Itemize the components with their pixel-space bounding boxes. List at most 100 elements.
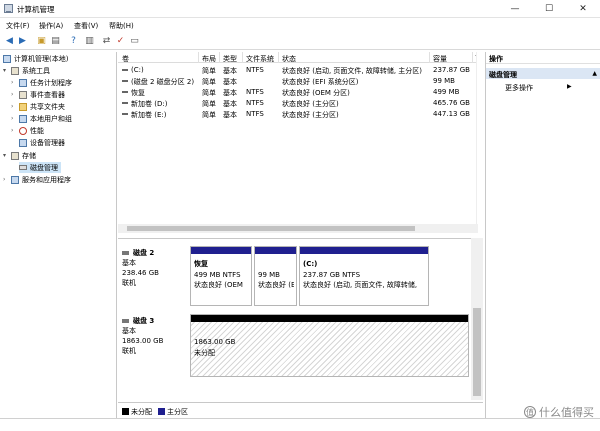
disk-area-vertical-scrollbar[interactable]: [471, 238, 483, 400]
table-row[interactable]: 新加卷 (D:)简单基本NTFS状态良好 (主分区)465.76 GB2: [118, 98, 483, 108]
partition-status: 未分配: [194, 348, 215, 357]
column-layout[interactable]: 布局: [202, 54, 216, 64]
disk-size: 1863.00 GB: [122, 337, 164, 345]
table-row[interactable]: (磁盘 2 磁盘分区 2)简单基本状态良好 (EFI 系统分区)99 MB9: [118, 76, 483, 86]
partition-size: 499 MB NTFS: [194, 270, 241, 279]
properties-icon[interactable]: ▤: [50, 36, 61, 47]
actions-pane: 操作 磁盘管理 ▲ 更多操作 ▶: [485, 52, 600, 418]
connect-icon[interactable]: ⇄: [101, 36, 112, 47]
scrollbar-thumb[interactable]: [473, 308, 481, 396]
primary-partition-bar: [255, 247, 296, 254]
column-divider[interactable]: [278, 52, 279, 63]
tree-label: 性能: [30, 126, 44, 135]
table-row[interactable]: 新加卷 (E:)简单基本NTFS状态良好 (主分区)447.13 GB0: [118, 109, 483, 119]
users-icon: [19, 114, 27, 123]
watermark-logo-icon: 值: [524, 406, 536, 418]
folder-icon: [19, 102, 27, 111]
device-manager-icon: [19, 138, 27, 147]
back-icon[interactable]: ◀: [4, 36, 15, 47]
tree-item-services[interactable]: › 服务和应用程序: [3, 174, 71, 185]
tree-item-event-viewer[interactable]: › 事件查看器: [11, 89, 65, 100]
table-cell: NTFS: [246, 110, 264, 118]
tree-item-system-tools[interactable]: ▾ 系统工具: [3, 65, 50, 76]
disk-2-label[interactable]: 磁盘 2 基本 238.46 GB 联机: [122, 248, 186, 288]
partition-status: 状态良好 (E: [258, 281, 294, 289]
volume-table-vertical-scrollbar[interactable]: [476, 52, 483, 233]
column-divider[interactable]: [242, 52, 243, 63]
tree-label: 服务和应用程序: [22, 175, 71, 184]
disk-size: 238.46 GB: [122, 269, 159, 277]
show-hide-tree-icon[interactable]: ▥: [84, 36, 95, 47]
maximize-button[interactable]: ☐: [532, 0, 566, 18]
legend: 未分配 主分区: [118, 402, 483, 418]
tree-item-disk-management[interactable]: 磁盘管理: [19, 162, 61, 173]
table-row[interactable]: 恢复简单基本NTFS状态良好 (OEM 分区)499 MB5: [118, 87, 483, 97]
event-icon: [19, 90, 27, 99]
minimize-button[interactable]: —: [498, 0, 532, 18]
partition-efi[interactable]: 99 MB 状态良好 (E: [254, 246, 297, 306]
table-cell: 简单: [202, 78, 216, 86]
table-cell: NTFS: [246, 88, 264, 96]
check-icon[interactable]: ✓: [115, 36, 126, 47]
partition-size: 237.87 GB NTFS: [303, 270, 361, 279]
expand-arrow-icon[interactable]: ›: [11, 103, 17, 110]
column-volume[interactable]: 卷: [122, 54, 129, 64]
tree-item-task-scheduler[interactable]: › 任务计划程序: [11, 77, 72, 88]
disk-type: 基本: [122, 327, 136, 335]
scrollbar-thumb[interactable]: [127, 226, 415, 231]
menu-view[interactable]: 查看(V): [74, 21, 98, 31]
disk-3-label[interactable]: 磁盘 3 基本 1863.00 GB 联机: [122, 316, 186, 356]
more-actions-link[interactable]: 更多操作 ▶: [505, 83, 572, 93]
column-divider[interactable]: [429, 52, 430, 63]
expand-arrow-icon[interactable]: ›: [11, 115, 17, 122]
tree-item-performance[interactable]: › 性能: [11, 125, 44, 136]
close-button[interactable]: ✕: [566, 0, 600, 18]
partition-recovery[interactable]: 恢复 499 MB NTFS 状态良好 (OEM: [190, 246, 252, 306]
collapse-arrow-icon[interactable]: ▾: [3, 67, 9, 74]
disk-status: 联机: [122, 279, 136, 287]
tree-item-shared-folders[interactable]: › 共享文件夹: [11, 101, 65, 112]
table-row[interactable]: (C:) 简单 基本 NTFS 状态良好 (启动, 页面文件, 故障转储, 主分区) 23…: [118, 65, 483, 75]
up-folder-icon[interactable]: ▣: [36, 36, 47, 47]
partition-status: 状态良好 (OEM: [194, 281, 243, 289]
collapse-up-icon[interactable]: ▲: [592, 70, 597, 77]
expand-arrow-icon[interactable]: ›: [11, 79, 17, 86]
tree-item-storage[interactable]: ▾ 存储: [3, 150, 36, 161]
export-icon[interactable]: ▭: [129, 36, 140, 47]
column-type[interactable]: 类型: [223, 54, 237, 64]
tree-item-local-users[interactable]: › 本地用户和组: [11, 113, 72, 124]
column-status[interactable]: 状态: [282, 54, 296, 64]
storage-icon: [11, 151, 19, 160]
menu-action[interactable]: 操作(A): [39, 21, 63, 31]
column-filesystem[interactable]: 文件系统: [246, 54, 274, 64]
menu-help[interactable]: 帮助(H): [109, 21, 134, 31]
table-cell: 基本: [223, 78, 237, 86]
column-divider[interactable]: [198, 52, 199, 63]
partition-c[interactable]: (C:) 237.87 GB NTFS 状态良好 (启动, 页面文件, 故障转储,: [299, 246, 429, 306]
forward-icon[interactable]: ▶: [17, 36, 28, 47]
tree-label: 共享文件夹: [30, 102, 65, 111]
legend-label: 主分区: [167, 408, 188, 416]
help-icon[interactable]: ?: [68, 36, 79, 47]
tree-label: 计算机管理(本地): [14, 54, 69, 63]
volume-table-horizontal-scrollbar[interactable]: [118, 224, 478, 233]
expand-arrow-icon[interactable]: ›: [11, 91, 17, 98]
volume-table-header: 卷 布局 类型 文件系统 状态 容量 可: [118, 52, 483, 63]
column-capacity[interactable]: 容量: [433, 54, 447, 64]
submenu-arrow-icon: ▶: [567, 83, 572, 90]
actions-disk-management[interactable]: 磁盘管理 ▲: [486, 68, 600, 79]
volume-icon: [122, 69, 128, 71]
column-divider[interactable]: [472, 52, 473, 63]
collapse-arrow-icon[interactable]: ▾: [3, 152, 9, 159]
navigation-tree: 计算机管理(本地) ▾ 系统工具 › 任务计划程序 › 事件查看器 › 共享文件夹 › 本…: [0, 52, 117, 418]
volume-icon: [122, 102, 128, 104]
expand-arrow-icon[interactable]: ›: [3, 176, 9, 183]
column-divider[interactable]: [219, 52, 220, 63]
tree-item-root[interactable]: 计算机管理(本地): [3, 53, 68, 64]
expand-arrow-icon[interactable]: ›: [11, 127, 17, 134]
actions-header: 操作: [486, 52, 600, 64]
table-cell: 465.76 GB: [433, 99, 470, 107]
partition-unallocated[interactable]: 1863.00 GB 未分配: [190, 314, 469, 377]
menu-file[interactable]: 文件(F): [6, 21, 30, 31]
tree-item-device-manager[interactable]: 设备管理器: [19, 137, 65, 148]
